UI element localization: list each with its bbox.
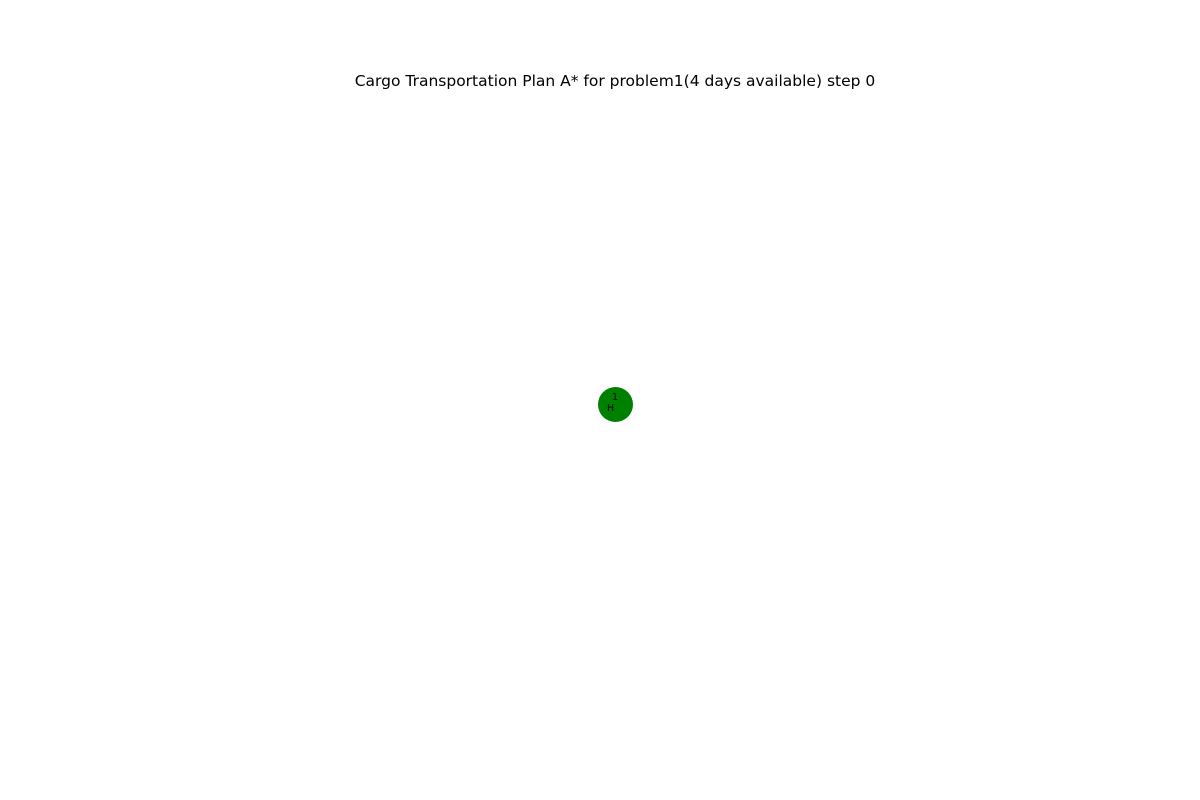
node-label-number: 1 — [612, 392, 619, 403]
diagram-canvas: Cargo Transportation Plan A* for problem… — [0, 0, 1200, 800]
node-label-code: H — [607, 403, 615, 414]
graph-node-1: 1 H — [598, 387, 633, 422]
diagram-title: Cargo Transportation Plan A* for problem… — [354, 72, 876, 90]
